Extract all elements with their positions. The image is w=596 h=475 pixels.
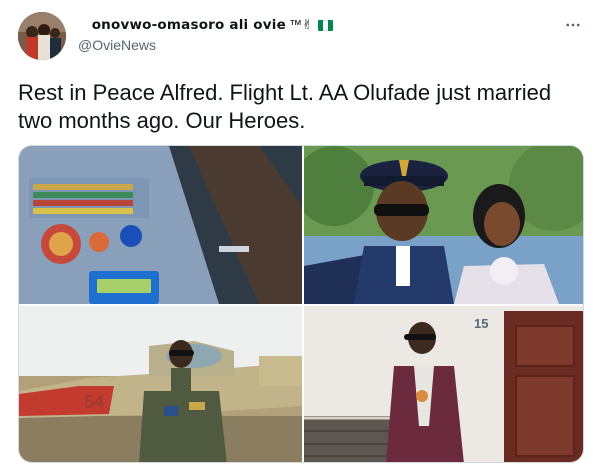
nigeria-flag-icon — [317, 19, 333, 31]
tweet-card: onovwo-omasoro ali ovie ™✌ @OvieNews Res… — [0, 0, 596, 475]
photo-wedding-couple[interactable] — [304, 146, 583, 304]
author-handle[interactable]: @OvieNews — [78, 37, 156, 53]
author-avatar[interactable] — [18, 12, 66, 60]
author-display-name[interactable]: onovwo-omasoro ali ovie — [78, 17, 286, 33]
more-horizontal-icon — [566, 23, 580, 27]
author-name-row[interactable]: onovwo-omasoro ali ovie ™✌ — [78, 14, 333, 36]
aircraft-number: 54 — [84, 392, 104, 412]
photo-pilot-jet[interactable]: 54 — [19, 306, 302, 462]
door-number: 15 — [474, 316, 488, 331]
author-name-suffix: ™✌ — [288, 17, 313, 32]
photo-uniform-medals[interactable] — [19, 146, 302, 304]
more-options-button[interactable] — [560, 12, 586, 38]
tweet-text: Rest in Peace Alfred. Flight Lt. AA Oluf… — [18, 80, 552, 133]
media-grid: 54 15 — [18, 145, 584, 463]
photo-man-in-suit[interactable]: 15 — [304, 306, 583, 462]
